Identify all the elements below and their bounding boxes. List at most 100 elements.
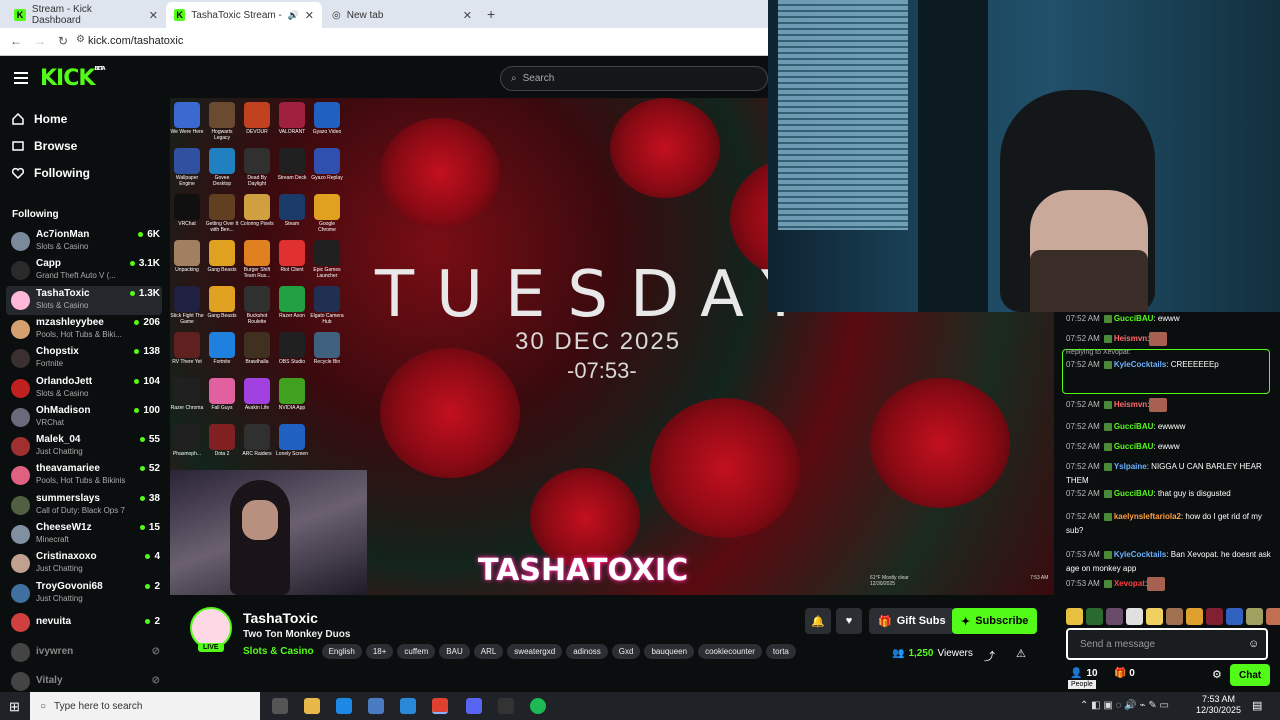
obs-icon[interactable] [498, 698, 514, 714]
following-channel[interactable]: Chopstix Fortnite 138 [6, 344, 162, 373]
tag-chip[interactable]: bauqueen [644, 644, 695, 659]
tag-chip[interactable]: BAU [439, 644, 470, 659]
forward-icon[interactable]: → [34, 34, 46, 48]
edge-icon[interactable] [336, 698, 352, 714]
username[interactable]: GucciBAU [1114, 489, 1154, 498]
back-icon[interactable]: ← [10, 34, 22, 48]
username[interactable]: KyleCocktails [1114, 360, 1166, 369]
subscribe-button[interactable]: ✦ Subscribe [952, 608, 1038, 634]
following-channel[interactable]: Cristinaxoxo Just Chatting 4 [6, 549, 162, 578]
tag-chip[interactable]: ARL [473, 644, 504, 659]
nav-following[interactable]: Following [12, 166, 90, 180]
chat-send-button[interactable]: Chat [1230, 664, 1271, 686]
username[interactable]: GucciBAU [1114, 422, 1154, 431]
mail-icon[interactable] [400, 698, 416, 714]
tab-title: TashaToxic Stream - Watch I [191, 9, 282, 21]
share-icon[interactable]: ⤴ [984, 648, 995, 664]
close-icon[interactable]: ✕ [305, 9, 314, 22]
username[interactable]: Heismvn [1114, 400, 1147, 409]
follow-button[interactable]: ♥ [836, 608, 862, 634]
emote-icon[interactable] [1206, 608, 1223, 625]
following-channel[interactable]: TashaToxic Slots & Casino 1.3K [6, 285, 162, 315]
new-tab-icon[interactable]: + [487, 6, 495, 22]
following-channel[interactable]: Malek_04 Just Chatting 55 [6, 432, 162, 461]
task-view-icon[interactable] [272, 698, 288, 714]
tag-chip[interactable]: cookiecounter [698, 644, 762, 659]
search-input[interactable]: ⌕ Search [500, 66, 768, 91]
emote-icon[interactable] [1146, 608, 1163, 625]
channel-name[interactable]: TashaToxic [243, 610, 318, 626]
following-channel[interactable]: Ac7ionMan Slots & Casino 6K [6, 227, 162, 256]
chat-input[interactable]: Send a message [1066, 628, 1268, 660]
tag-chip[interactable]: torta [765, 644, 796, 659]
tag-chip[interactable]: 18+ [365, 644, 394, 659]
tray-icons[interactable]: ⌃ ◧ ▣ ◌ 🔊 ⌁ ✎ ▭ [1080, 700, 1169, 711]
tab-kick-dashboard[interactable]: K Stream - Kick Dashboard ✕ [6, 2, 166, 28]
category-link[interactable]: Slots & Casino [243, 644, 318, 659]
username[interactable]: kaelynsleftariola2 [1114, 512, 1181, 521]
notification-icon[interactable]: ▤ [1252, 699, 1262, 712]
emote-icon[interactable] [1126, 608, 1143, 625]
emote-icon[interactable] [1226, 608, 1243, 625]
speaker-icon[interactable]: 🔊 [288, 10, 299, 21]
following-channel[interactable]: summerslays Call of Duty: Black Ops 7 38 [6, 491, 162, 520]
taskbar-clock[interactable]: 7:53 AM 12/30/2025 [1196, 694, 1241, 716]
notification-bell-button[interactable]: 🔔 [805, 608, 831, 634]
people-button[interactable]: 👤 10 [1070, 668, 1098, 679]
username[interactable]: GucciBAU [1114, 442, 1154, 451]
chat-settings-icon[interactable]: ⚙ [1212, 668, 1222, 681]
following-channel[interactable]: OrlandoJett Slots & Casino 104 [6, 374, 162, 403]
emote-icon[interactable] [1086, 608, 1103, 625]
emote-icon[interactable] [1166, 608, 1183, 625]
tag-chip[interactable]: cuffem [397, 644, 436, 659]
emote-icon[interactable] [1066, 608, 1083, 625]
chrome-icon[interactable] [432, 698, 448, 714]
gift-label: Gift Subs [896, 615, 946, 627]
emote-icon[interactable] [1246, 608, 1263, 625]
emote-icon[interactable] [1186, 608, 1203, 625]
kick-logo[interactable]: KICKBETA [40, 66, 106, 91]
viewer-count: 100 [134, 405, 160, 416]
site-info-icon[interactable]: ⚙ [76, 34, 85, 45]
emoji-icon[interactable]: ☺ [1248, 638, 1259, 650]
gift-subs-button[interactable]: 🎁 Gift Subs [869, 608, 955, 634]
url-field[interactable]: kick.com/tashatoxic [88, 35, 183, 47]
report-icon[interactable]: ⚠ [1016, 647, 1026, 660]
points-display[interactable]: 🎁 0 [1114, 668, 1135, 679]
emote-icon[interactable] [1266, 608, 1280, 625]
username[interactable]: Heismvn [1114, 334, 1147, 343]
store-icon[interactable] [368, 698, 384, 714]
nav-home[interactable]: Home [12, 112, 67, 126]
username[interactable]: KyleCocktails [1114, 550, 1166, 559]
tag-chip[interactable]: English [321, 644, 362, 659]
following-channel[interactable]: TroyGovoni68 Just Chatting 2 [6, 579, 162, 608]
windows-start-icon[interactable]: ⊞ [9, 699, 20, 715]
tag-chip[interactable]: Gxd [611, 644, 641, 659]
following-channel[interactable]: nevuita 2 [6, 608, 162, 637]
tag-chip[interactable]: sweatergxd [507, 644, 563, 659]
following-channel[interactable]: OhMadison VRChat 100 [6, 403, 162, 432]
following-channel[interactable]: Capp Grand Theft Auto V (... 3.1K [6, 256, 162, 285]
nav-browse[interactable]: Browse [12, 139, 77, 153]
username[interactable]: Yslpaine [1114, 462, 1147, 471]
reload-icon[interactable]: ↻ [58, 34, 68, 48]
inner-date: 12/30/2025 [870, 581, 896, 587]
following-channel[interactable]: mzashleyybee Pools, Hot Tubs & Biki... 206 [6, 315, 162, 344]
offline-channel[interactable]: ivywren ⊘ [6, 638, 162, 667]
username[interactable]: GucciBAU [1114, 314, 1154, 323]
following-channel[interactable]: theavamariee Pools, Hot Tubs & Bikinis 52 [6, 461, 162, 490]
close-icon[interactable]: ✕ [463, 9, 472, 22]
taskbar-search[interactable]: ○ Type here to search [30, 692, 260, 720]
spotify-icon[interactable] [530, 698, 546, 714]
tag-chip[interactable]: adinoss [566, 644, 608, 659]
chat-message: 07:52 AM kaelynsleftariola2: how do I get… [1066, 510, 1272, 538]
tab-new-tab[interactable]: ◎ New tab ✕ [324, 2, 480, 28]
file-explorer-icon[interactable] [304, 698, 320, 714]
tab-tashatoxic-stream[interactable]: K TashaToxic Stream - Watch I 🔊 ✕ [166, 2, 322, 28]
username[interactable]: Xevopat [1114, 579, 1145, 588]
discord-icon[interactable] [466, 698, 482, 714]
following-channel[interactable]: CheeseW1z Minecraft 15 [6, 520, 162, 549]
menu-icon[interactable] [14, 72, 28, 84]
close-icon[interactable]: ✕ [149, 9, 158, 22]
emote-icon[interactable] [1106, 608, 1123, 625]
